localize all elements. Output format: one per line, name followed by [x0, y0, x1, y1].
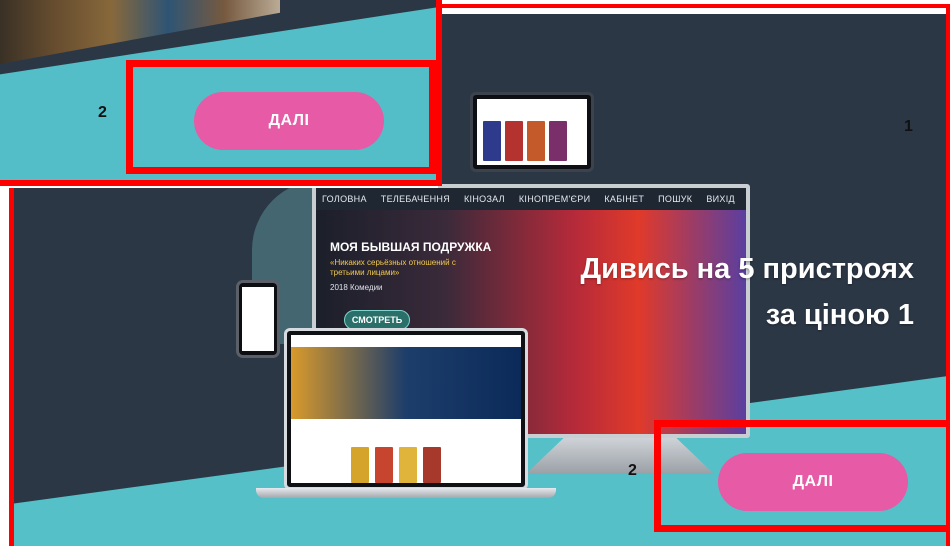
tv-nav-item[interactable]: КІНОПРЕМ'ЄРИ	[519, 194, 590, 204]
tv-nav-item[interactable]: ПОШУК	[658, 194, 692, 204]
highlight-left-edge	[9, 186, 14, 546]
annotation-marker-1: 1	[904, 118, 913, 135]
highlight-inset-bottom	[0, 180, 442, 186]
headline-line-2: за ціною 1	[765, 299, 914, 331]
tv-movie-tagline: «Никаких серьёзных отношений с третьими …	[330, 258, 456, 277]
tv-nav-item[interactable]: КАБІНЕТ	[604, 194, 644, 204]
phone-device	[236, 280, 280, 358]
laptop-device	[284, 328, 528, 490]
tablet-device	[470, 92, 594, 172]
annotation-marker-2-main: 2	[628, 462, 637, 479]
tv-watch-button[interactable]: СМОТРЕТЬ	[344, 310, 410, 330]
tv-nav-item[interactable]: КІНОЗАЛ	[464, 194, 505, 204]
highlight-inset-right	[436, 0, 442, 186]
tv-nav-item[interactable]: ВИХІД	[706, 194, 735, 204]
tv-movie-title: МОЯ БЫВШАЯ ПОДРУЖКА	[330, 240, 492, 254]
highlight-box-inset-button	[126, 60, 436, 174]
tv-nav-item[interactable]: ГОЛОВНА	[322, 194, 367, 204]
annotation-marker-2-inset: 2	[98, 104, 107, 121]
laptop-hero-image	[291, 347, 521, 419]
tv-nav-menu: ГОЛОВНА ТЕЛЕБАЧЕННЯ КІНОЗАЛ КІНОПРЕМ'ЄРИ…	[316, 188, 746, 210]
laptop-base	[256, 488, 556, 498]
tv-nav-item[interactable]: ТЕЛЕБАЧЕННЯ	[381, 194, 450, 204]
headline-line-1: Дивись на 5 пристроях	[580, 253, 914, 285]
tv-movie-meta: 2018 Комедии	[330, 283, 383, 292]
highlight-box-main-button	[654, 420, 950, 532]
promo-headline: Дивись на 5 пристроях за ціною 1	[580, 246, 914, 338]
